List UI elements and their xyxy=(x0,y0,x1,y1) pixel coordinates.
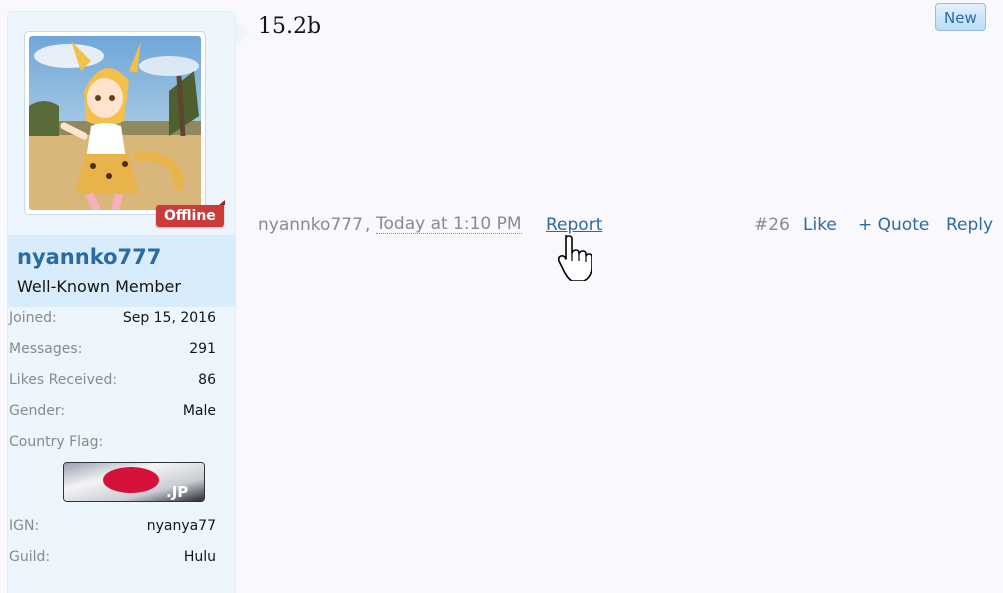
flag-code: .JP xyxy=(166,483,188,501)
quote-link[interactable]: + Quote xyxy=(858,215,929,235)
report-link[interactable]: Report xyxy=(546,215,602,235)
extra-row-gender: Gender: Male xyxy=(9,403,216,434)
extra-value: Hulu xyxy=(183,549,216,565)
extra-row-likes: Likes Received: 86 xyxy=(9,372,216,403)
extra-label: Messages: xyxy=(9,341,83,357)
extra-label: Joined: xyxy=(9,310,57,326)
extra-label: Likes Received: xyxy=(9,372,118,388)
extra-value: nyanya77 xyxy=(146,518,216,534)
extra-value: Male xyxy=(182,403,216,419)
status-badge: Offline xyxy=(156,200,225,227)
extra-value: Sep 15, 2016 xyxy=(122,310,216,326)
post-author-link[interactable]: nyannko777 xyxy=(258,215,363,235)
post-number-link[interactable]: #26 xyxy=(754,215,790,235)
like-link[interactable]: Like xyxy=(803,215,837,235)
extra-row-ign: IGN: nyanya77 xyxy=(9,518,216,549)
user-details: nyannko777 Well-Known Member xyxy=(8,235,235,307)
extra-row-messages: Messages: 291 xyxy=(9,341,216,372)
extra-label: Gender: xyxy=(9,403,66,419)
extra-label: Guild: xyxy=(9,549,51,565)
extra-label: Country Flag: xyxy=(9,434,104,450)
reply-link[interactable]: Reply xyxy=(946,215,993,235)
extra-label: IGN: xyxy=(9,518,40,534)
extra-value: 86 xyxy=(198,372,216,388)
country-flag-image: .JP xyxy=(63,462,205,502)
extra-row-guild: Guild: Hulu xyxy=(9,549,216,580)
message-body: 15.2b xyxy=(258,14,322,39)
user-extras: Joined: Sep 15, 2016 Messages: 291 Likes… xyxy=(9,310,216,580)
extra-value[interactable]: 291 xyxy=(189,341,216,357)
avatar[interactable] xyxy=(24,31,206,215)
message-arrow xyxy=(236,21,249,45)
post-timestamp[interactable]: Today at 1:10 PM xyxy=(376,215,522,234)
avatar-image xyxy=(29,36,201,210)
extra-row-country-flag: Country Flag: xyxy=(9,434,216,465)
meta-separator: , xyxy=(365,215,371,235)
extra-row-joined: Joined: Sep 15, 2016 xyxy=(9,310,216,341)
japan-flag-icon: .JP xyxy=(64,463,204,501)
hand-pointer-cursor-icon xyxy=(557,235,592,281)
new-badge: New xyxy=(935,3,986,31)
username-link[interactable]: nyannko777 xyxy=(17,245,161,269)
user-title: Well-Known Member xyxy=(17,277,181,296)
